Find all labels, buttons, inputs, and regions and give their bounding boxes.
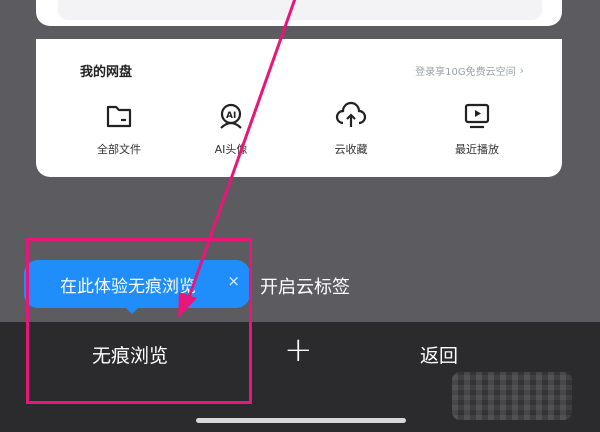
play-screen-icon [464, 103, 490, 129]
ai-avatar-button[interactable]: AI AI头像 [186, 101, 276, 157]
back-button[interactable]: 返回 [420, 341, 458, 368]
recent-play-label: 最近播放 [455, 143, 499, 156]
home-indicator[interactable] [196, 418, 406, 423]
login-promo-text: 登录享10G免费云空间 [415, 67, 516, 78]
all-files-label: 全部文件 [97, 143, 141, 156]
recent-play-button[interactable]: 最近播放 [432, 101, 522, 157]
cloud-favorites-button[interactable]: 云收藏 [306, 101, 396, 157]
mosaic-blur [452, 372, 572, 420]
previous-card-inner [58, 0, 542, 20]
all-files-button[interactable]: 全部文件 [74, 101, 164, 157]
cloud-favorites-label: 云收藏 [334, 143, 368, 156]
ai-avatar-icon: AI [220, 103, 242, 129]
ai-avatar-label: AI头像 [214, 143, 248, 156]
svg-text:AI: AI [226, 111, 236, 121]
add-tab-button[interactable]: + [284, 330, 313, 370]
cloud-upload-icon [335, 101, 367, 127]
cloud-tab-toggle[interactable]: 开启云标签 [260, 273, 350, 299]
folder-icon [106, 105, 132, 128]
annotation-highlight-box [26, 238, 252, 404]
netdisk-card: 我的网盘 登录享10G免费云空间 › 全部文件 AI AI头像 云收藏 最近播放 [36, 39, 562, 177]
netdisk-title: 我的网盘 [80, 65, 133, 80]
login-promo-link[interactable]: 登录享10G免费云空间 › [415, 63, 524, 78]
netdisk-apps: 全部文件 AI AI头像 云收藏 最近播放 [36, 101, 562, 167]
chevron-right-icon: › [519, 64, 524, 77]
